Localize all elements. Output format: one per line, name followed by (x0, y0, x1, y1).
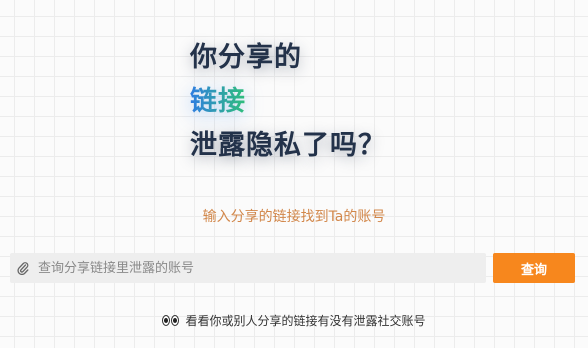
search-input[interactable] (34, 253, 486, 283)
search-box (10, 253, 486, 283)
paperclip-icon (12, 261, 34, 275)
hint: 看看你或别人分享的链接有没有泄露社交账号 (0, 312, 588, 329)
headline-line-3: 泄露隐私了吗？ (190, 130, 386, 161)
headline-line-1: 你分享的 (190, 42, 302, 73)
hint-text: 看看你或别人分享的链接有没有泄露社交账号 (185, 314, 426, 328)
query-button[interactable]: 查询 (493, 253, 575, 283)
subtitle: 输入分享的链接找到Ta的账号 (202, 209, 386, 225)
headline-line-2-highlight: 链接 (190, 80, 246, 124)
hero-headline: 你分享的 链接 泄露隐私了吗？ (190, 36, 430, 168)
eyes-icon (162, 315, 180, 326)
